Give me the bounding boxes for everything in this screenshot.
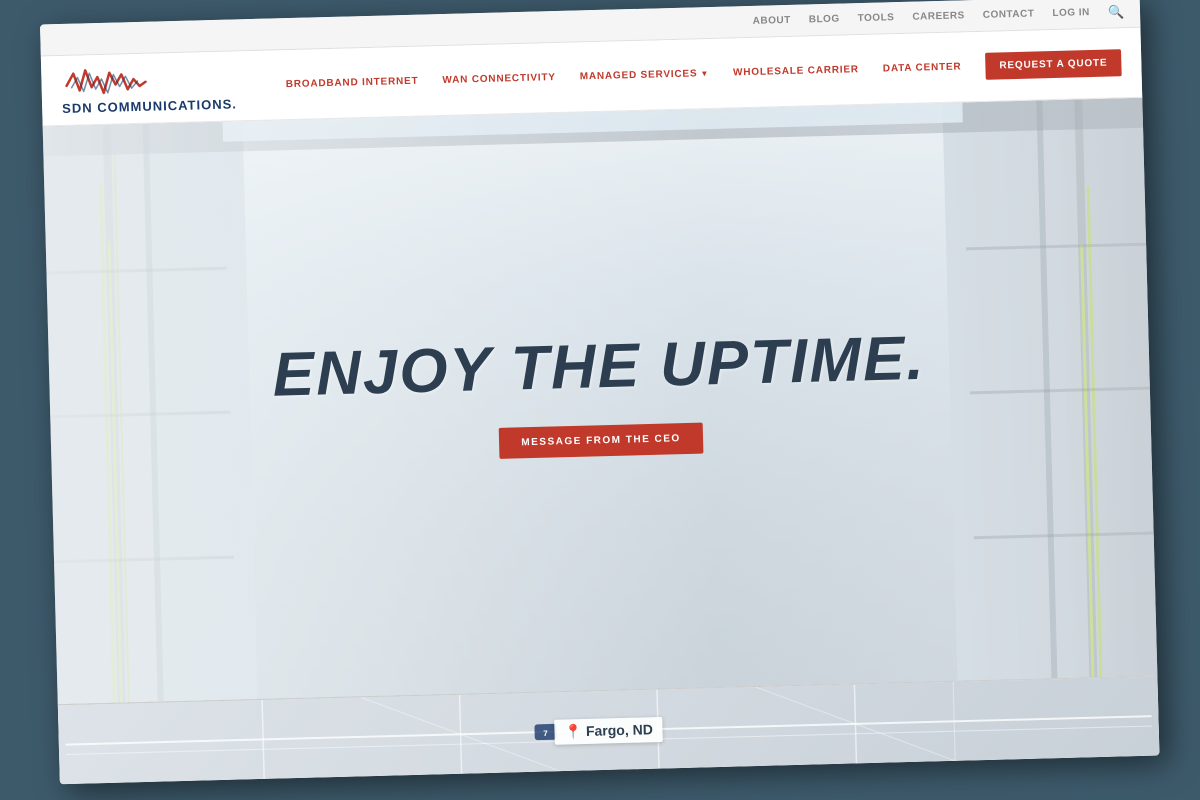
logo-wave-svg: [61, 63, 152, 100]
tools-link[interactable]: TOOLS: [858, 12, 895, 24]
map-city-label: 📍 Fargo, ND: [554, 716, 663, 744]
nav-links: BROADBAND INTERNET WAN CONNECTIVITY MANA…: [285, 49, 1121, 98]
map-city-text: Fargo, ND: [586, 721, 653, 739]
hero-section: ENJOY THE UPTIME. MESSAGE FROM THE CEO: [43, 98, 1158, 705]
managed-services-link[interactable]: MANAGED SERVICES ▼: [580, 68, 710, 82]
request-quote-button[interactable]: REQUEST A QUOTE: [985, 49, 1122, 80]
logo-text: SDN COMMUNICATIONS.: [62, 96, 237, 116]
browser-window: ABOUT BLOG TOOLS CAREERS CONTACT LOG IN …: [40, 0, 1160, 784]
managed-services-dropdown-icon: ▼: [700, 69, 709, 78]
broadband-internet-link[interactable]: BROADBAND INTERNET: [286, 76, 419, 90]
contact-link[interactable]: CONTACT: [983, 8, 1035, 20]
hero-content: ENJOY THE UPTIME. MESSAGE FROM THE CEO: [158, 322, 1041, 468]
careers-link[interactable]: CAREERS: [912, 10, 965, 22]
wan-connectivity-link[interactable]: WAN CONNECTIVITY: [442, 72, 556, 86]
login-link[interactable]: LOG IN: [1052, 7, 1090, 19]
blog-link[interactable]: BLOG: [809, 14, 840, 26]
search-button[interactable]: 🔍: [1108, 4, 1125, 20]
logo-area: SDN COMMUNICATIONS.: [61, 61, 237, 116]
about-link[interactable]: ABOUT: [753, 15, 791, 27]
wholesale-carrier-link[interactable]: WHOLESALE CARRIER: [733, 64, 859, 78]
map-pin-icon: 📍: [564, 723, 582, 740]
data-center-link[interactable]: DATA CENTER: [883, 61, 962, 74]
ceo-message-button[interactable]: MESSAGE FROM THE CEO: [499, 423, 703, 459]
